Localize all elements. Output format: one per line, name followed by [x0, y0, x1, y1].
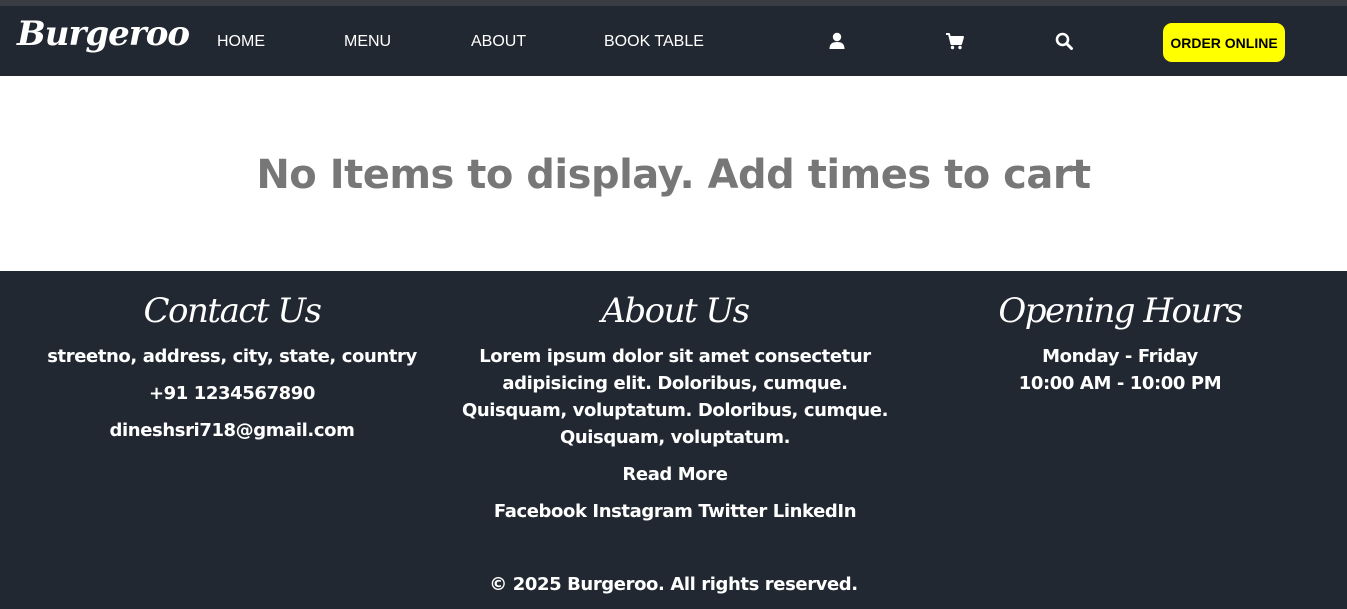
footer: Contact Us streetno, address, city, stat…: [0, 271, 1347, 609]
hours-heading: Opening Hours: [998, 291, 1243, 331]
hours-time: 10:00 AM - 10:00 PM: [1018, 373, 1222, 394]
navbar: Burgeroo HOME MENU ABOUT BOOK TABLE ORDE…: [0, 6, 1347, 76]
footer-hours-section: Opening Hours Monday - Friday 10:00 AM -…: [920, 271, 1320, 397]
nav-link-about[interactable]: ABOUT: [471, 33, 526, 51]
hours-days: Monday - Friday: [1042, 346, 1198, 367]
search-icon[interactable]: [1054, 31, 1074, 51]
footer-about-section: About Us Lorem ipsum dolor sit amet cons…: [455, 271, 895, 525]
cart-icon[interactable]: [945, 31, 965, 51]
read-more-link[interactable]: Read More: [622, 461, 728, 488]
cart-main: No Items to display. Add times to cart: [0, 76, 1347, 271]
copyright-text: © 2025 Burgeroo. All rights reserved.: [489, 574, 858, 595]
contact-address: streetno, address, city, state, country: [47, 346, 417, 367]
instagram-link[interactable]: Instagram: [592, 501, 692, 522]
about-text: Lorem ipsum dolor sit amet consectetur a…: [461, 346, 889, 448]
empty-cart-message: No Items to display. Add times to cart: [256, 152, 1091, 198]
about-heading: About Us: [601, 291, 750, 331]
facebook-link[interactable]: Facebook: [494, 501, 587, 522]
brand-logo[interactable]: Burgeroo: [17, 14, 190, 54]
social-links: Facebook Instagram Twitter LinkedIn: [455, 498, 895, 525]
linkedin-link[interactable]: LinkedIn: [773, 501, 857, 522]
contact-heading: Contact Us: [143, 291, 322, 331]
footer-contact-section: Contact Us streetno, address, city, stat…: [32, 271, 432, 454]
order-online-button[interactable]: ORDER ONLINE: [1163, 23, 1285, 62]
user-icon[interactable]: [827, 31, 847, 51]
nav-link-menu[interactable]: MENU: [344, 33, 391, 51]
contact-phone[interactable]: +91 1234567890: [32, 380, 432, 407]
contact-email[interactable]: dineshsri718@gmail.com: [32, 417, 432, 444]
nav-link-home[interactable]: HOME: [217, 33, 265, 51]
twitter-link[interactable]: Twitter: [698, 501, 767, 522]
nav-link-book-table[interactable]: BOOK TABLE: [604, 33, 704, 51]
